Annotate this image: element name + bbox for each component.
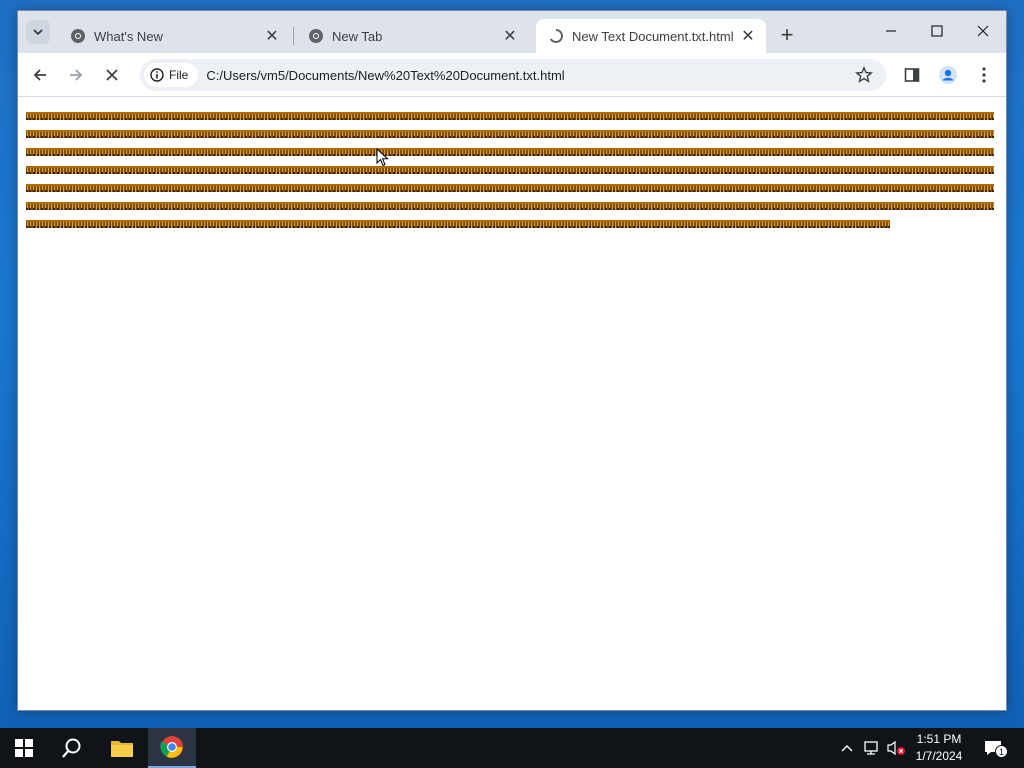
url-text[interactable]: C:/Users/vm5/Documents/New%20Text%20Docu… <box>206 68 564 83</box>
tab-title: What's New <box>94 28 163 44</box>
file-explorer-button[interactable] <box>98 728 146 768</box>
show-hidden-icons-button[interactable] <box>836 728 858 768</box>
garbled-text-line <box>26 220 890 228</box>
search-icon <box>62 738 81 758</box>
start-button[interactable] <box>0 728 48 768</box>
clock-time: 1:51 PM <box>916 732 962 746</box>
tab-strip: What's New ✕ New Tab ✕ New Text Document… <box>18 11 1006 53</box>
notification-count-badge: 1 <box>995 745 1008 758</box>
chevron-up-icon <box>841 745 853 752</box>
garbled-text-line <box>26 148 994 156</box>
side-panel-icon <box>904 68 920 82</box>
garbled-text-line <box>26 166 994 174</box>
profile-icon <box>939 66 957 84</box>
clock[interactable]: 1:51 PM 1/7/2024 <box>910 728 968 768</box>
chrome-icon <box>160 736 183 758</box>
close-tab-icon[interactable]: ✕ <box>500 26 520 46</box>
chevron-down-icon <box>33 29 43 36</box>
clock-date: 1/7/2024 <box>915 749 963 763</box>
chrome-icon <box>70 28 86 44</box>
tab-separator <box>293 27 294 45</box>
loading-icon <box>548 28 564 44</box>
arrow-right-icon <box>70 69 83 81</box>
notification-center-button[interactable]: 1 <box>978 728 1008 768</box>
close-icon <box>977 25 989 37</box>
maximize-icon <box>931 25 943 37</box>
forward-button[interactable] <box>62 61 90 89</box>
volume-button[interactable] <box>884 728 908 768</box>
new-tab-button[interactable]: + <box>774 22 800 48</box>
maximize-button[interactable] <box>914 11 960 51</box>
volume-muted-icon <box>887 740 905 756</box>
garbled-text-line <box>26 184 994 192</box>
close-tab-icon[interactable]: ✕ <box>262 26 282 46</box>
info-icon <box>150 68 164 82</box>
taskbar: 1:51 PM 1/7/2024 1 <box>0 728 1024 768</box>
stop-loading-button[interactable] <box>98 61 126 89</box>
chrome-icon <box>308 28 324 44</box>
tab-whats-new[interactable]: What's New ✕ <box>58 19 290 53</box>
close-tab-icon[interactable]: ✕ <box>738 26 758 46</box>
tab-title: New Text Document.txt.html <box>572 28 734 44</box>
garbled-text-line <box>26 130 994 138</box>
chrome-taskbar-button[interactable] <box>148 728 196 768</box>
browser-window: What's New ✕ New Tab ✕ New Text Document… <box>17 10 1007 711</box>
network-icon <box>864 741 878 755</box>
menu-button[interactable] <box>970 61 998 89</box>
tab-new-tab[interactable]: New Tab ✕ <box>296 19 528 53</box>
minimize-icon <box>886 30 896 32</box>
bookmark-star-icon[interactable] <box>852 63 876 87</box>
scheme-label: File <box>169 68 189 82</box>
tab-new-text-document[interactable]: New Text Document.txt.html ✕ <box>536 19 766 53</box>
page-content <box>18 98 1006 710</box>
network-button[interactable] <box>860 728 884 768</box>
profile-button[interactable] <box>934 61 962 89</box>
garbled-text-line <box>26 112 994 120</box>
close-icon <box>106 69 118 81</box>
tab-search-button[interactable] <box>26 20 50 44</box>
more-vert-icon <box>982 67 986 83</box>
close-window-button[interactable] <box>960 11 1006 51</box>
browser-toolbar: File C:/Users/vm5/Documents/New%20Text%2… <box>18 53 1006 97</box>
tab-title: New Tab <box>332 28 383 44</box>
search-button[interactable] <box>48 728 96 768</box>
minimize-button[interactable] <box>868 11 914 51</box>
garbled-text-line <box>26 202 994 210</box>
side-panel-button[interactable] <box>898 61 926 89</box>
mouse-cursor-icon <box>376 148 389 167</box>
back-button[interactable] <box>26 61 54 89</box>
folder-icon <box>111 741 133 757</box>
windows-icon <box>15 739 33 757</box>
arrow-left-icon <box>33 69 46 81</box>
address-bar[interactable]: File C:/Users/vm5/Documents/New%20Text%2… <box>140 59 886 91</box>
site-info-chip[interactable]: File <box>144 63 199 87</box>
